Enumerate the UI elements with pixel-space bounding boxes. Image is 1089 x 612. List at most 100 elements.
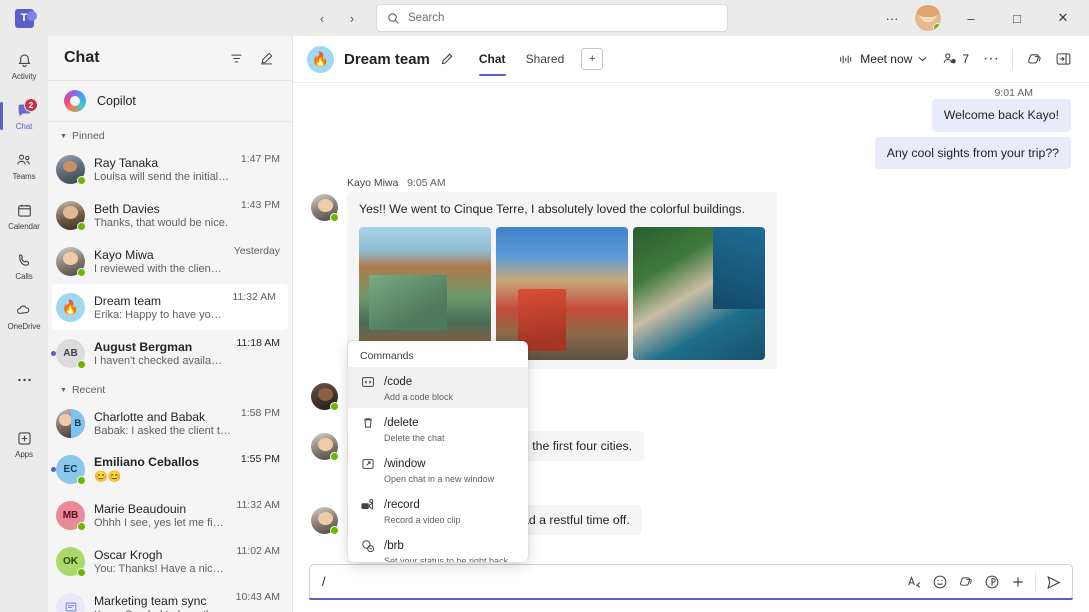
chat-list-item[interactable]: EC Emiliano Ceballos 😊😊 1:55 PM <box>48 446 292 492</box>
presence-indicator <box>77 360 86 369</box>
chat-item-time: 1:43 PM <box>241 199 280 211</box>
rail-item-apps[interactable]: Apps <box>0 420 48 468</box>
copilot-icon[interactable] <box>953 569 979 595</box>
copilot-icon[interactable] <box>1020 45 1048 73</box>
titlebar-more-button[interactable]: ··· <box>877 4 907 32</box>
avatar <box>311 194 338 221</box>
chat-item-preview: Babak: I asked the client to send... <box>94 425 232 437</box>
back-button[interactable]: ‹ <box>308 4 336 32</box>
command-item-code[interactable]: /code Add a code block <box>348 367 528 408</box>
avatar <box>311 383 338 410</box>
send-icon[interactable] <box>1040 569 1066 595</box>
forward-button[interactable]: › <box>338 4 366 32</box>
teams-app-window: T ‹ › ··· – □ ✕ <box>0 0 1089 612</box>
composer-divider <box>1035 573 1036 591</box>
command-item-record[interactable]: /record Record a video clip <box>348 490 528 531</box>
cloud-icon <box>15 302 33 320</box>
app-logo: T <box>0 9 48 28</box>
chat-list-item[interactable]: B Charlotte and Babak Babak: I asked the… <box>48 400 292 446</box>
people-count-button[interactable]: 7 <box>935 48 976 70</box>
avatar: B <box>56 409 85 438</box>
rail-label-activity: Activity <box>12 72 37 81</box>
message-sender-name: Kayo Miwa <box>347 177 398 189</box>
rail-item-chat[interactable]: 2 Chat <box>0 92 48 140</box>
meet-now-button[interactable]: Meet now <box>832 48 934 70</box>
pencil-icon[interactable] <box>436 48 458 70</box>
format-icon[interactable] <box>901 569 927 595</box>
emoji-icon[interactable] <box>927 569 953 595</box>
chat-item-name: Kayo Miwa <box>94 248 225 262</box>
chat-list-item[interactable]: Kayo Miwa I reviewed with the client on … <box>48 238 292 284</box>
section-header-pinned[interactable]: ▼ Pinned <box>48 122 292 146</box>
minimize-button[interactable]: – <box>949 2 993 34</box>
command-item-window[interactable]: /window Open chat in a new window <box>348 449 528 490</box>
open-panel-icon[interactable] <box>1049 45 1077 73</box>
avatar: MB <box>56 501 85 530</box>
compose-icon[interactable] <box>252 44 280 72</box>
plus-icon[interactable] <box>1005 569 1031 595</box>
tab-shared[interactable]: Shared <box>517 36 574 82</box>
chat-list-item[interactable]: MB Marie Beaudouin Ohhh I see, yes let m… <box>48 492 292 538</box>
rail-item-calls[interactable]: Calls <box>0 242 48 290</box>
command-item-delete[interactable]: /delete Delete the chat <box>348 408 528 449</box>
add-tab-button[interactable]: + <box>581 48 603 70</box>
filter-icon[interactable] <box>222 44 250 72</box>
avatar-initials: AB <box>63 348 77 359</box>
rail-item-teams[interactable]: Teams <box>0 142 48 190</box>
tab-chat[interactable]: Chat <box>470 36 515 82</box>
rail-item-more[interactable] <box>0 356 48 404</box>
chat-item-time: 11:18 AM <box>236 337 280 349</box>
user-avatar[interactable] <box>915 5 941 31</box>
chevron-down-icon <box>918 56 927 62</box>
chat-list-title: Chat <box>64 49 100 67</box>
chat-item-preview: Ohhh I see, yes let me fix that! <box>94 517 227 529</box>
avatar <box>56 201 85 230</box>
chat-list-item[interactable]: OK Oscar Krogh You: Thanks! Have a nice … <box>48 538 292 584</box>
presence-indicator <box>77 176 86 185</box>
command-item-brb[interactable]: /brb Set your status to be right back <box>348 531 528 562</box>
maximize-button[interactable]: □ <box>995 2 1039 34</box>
apps-plus-icon <box>16 430 33 448</box>
rail-item-calendar[interactable]: Calendar <box>0 192 48 240</box>
section-header-recent[interactable]: ▼ Recent <box>48 376 292 400</box>
chevron-down-icon: ▼ <box>60 387 67 394</box>
chat-list-item-selected[interactable]: 🔥 Dream team Erika: Happy to have you ba… <box>52 284 288 330</box>
message-composer[interactable] <box>309 564 1073 600</box>
chat-item-text: Marketing team sync Kayo: So glad to hea… <box>94 594 227 612</box>
chat-item-name: Ray Tanaka <box>94 156 232 170</box>
chat-list-item[interactable]: Ray Tanaka Louisa will send the initial … <box>48 146 292 192</box>
chat-list-item[interactable]: Marketing team sync Kayo: So glad to hea… <box>48 584 292 612</box>
chat-list-item[interactable]: Beth Davies Thanks, that would be nice. … <box>48 192 292 238</box>
copilot-entry[interactable]: Copilot <box>48 80 292 122</box>
close-button[interactable]: ✕ <box>1041 2 1085 34</box>
avatar <box>311 507 338 534</box>
rail-label-teams: Teams <box>12 172 35 181</box>
chat-item-name: Emiliano Ceballos <box>94 455 232 469</box>
presence-indicator <box>330 213 339 222</box>
chat-list-item[interactable]: AB August Bergman I haven't checked avai… <box>48 330 292 376</box>
message-row-outgoing: Any cool sights from your trip?? <box>311 137 1071 170</box>
fire-emoji: 🔥 <box>312 51 329 68</box>
photo-attachment[interactable] <box>359 227 491 360</box>
window-icon <box>360 456 375 471</box>
nav-arrows: ‹ › <box>308 4 366 32</box>
rail-item-onedrive[interactable]: OneDrive <box>0 292 48 340</box>
photo-attachment[interactable] <box>633 227 765 360</box>
title-bar: T ‹ › ··· – □ ✕ <box>0 0 1089 36</box>
search-bar[interactable] <box>376 4 728 32</box>
rail-item-activity[interactable]: Activity <box>0 42 48 90</box>
search-input[interactable] <box>408 12 717 24</box>
loop-icon[interactable] <box>979 569 1005 595</box>
chat-unread-badge: 2 <box>24 98 38 112</box>
chat-more-button[interactable]: ··· <box>977 45 1005 73</box>
copilot-icon <box>64 90 86 112</box>
avatar <box>56 155 85 184</box>
chat-item-name: August Bergman <box>94 340 227 354</box>
message-input[interactable] <box>322 575 901 589</box>
command-desc: Open chat in a new window <box>384 474 494 484</box>
photo-attachment[interactable] <box>496 227 628 360</box>
presence-indicator <box>330 526 339 535</box>
chat-list-scroll[interactable]: ▼ Pinned Ray Tanaka Louisa will send the… <box>48 122 292 612</box>
command-desc: Record a video clip <box>384 515 461 525</box>
commands-popup[interactable]: Commands /code Add a code block /delete … <box>348 341 528 562</box>
